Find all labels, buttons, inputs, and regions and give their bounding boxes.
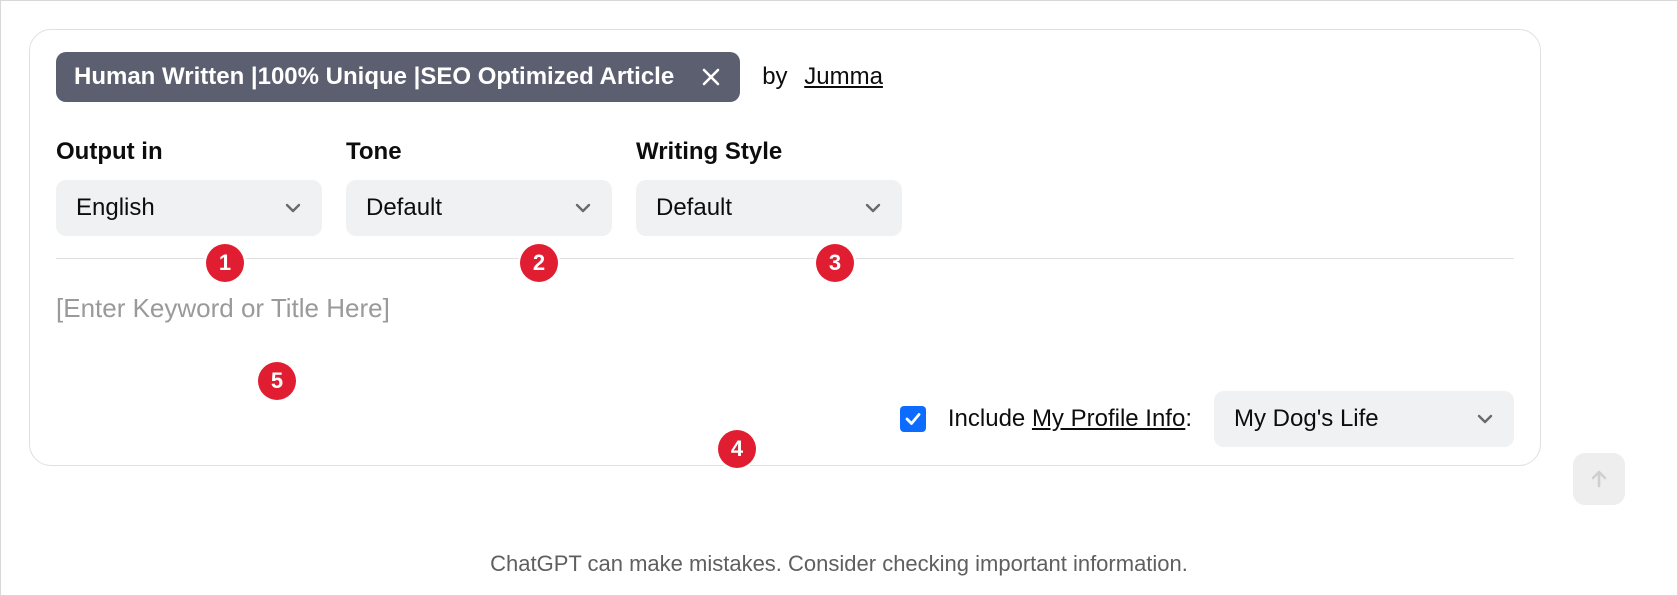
writing-style-select[interactable]: Default	[636, 180, 902, 236]
send-button[interactable]	[1573, 453, 1625, 505]
writing-style-value: Default	[656, 194, 732, 222]
include-label-suffix: :	[1185, 405, 1192, 432]
close-icon[interactable]	[700, 66, 722, 88]
header-row: Human Written |100% Unique |SEO Optimize…	[56, 52, 1514, 102]
output-in-label: Output in	[56, 138, 322, 166]
include-label-prefix: Include	[948, 405, 1032, 432]
writing-style-group: Writing Style Default	[636, 138, 902, 236]
tone-group: Tone Default	[346, 138, 612, 236]
output-in-group: Output in English	[56, 138, 322, 236]
chevron-down-icon	[574, 199, 592, 217]
disclaimer-text: ChatGPT can make mistakes. Consider chec…	[1, 551, 1677, 577]
writing-style-label: Writing Style	[636, 138, 902, 166]
options-row: Output in English Tone Default Writing S…	[56, 138, 1514, 259]
prompt-title: Human Written |100% Unique |SEO Optimize…	[74, 63, 674, 91]
chevron-down-icon	[1476, 410, 1494, 428]
keyword-input[interactable]	[56, 293, 1514, 324]
chevron-down-icon	[284, 199, 302, 217]
footer-row: Include My Profile Info: My Dog's Life	[56, 391, 1514, 447]
author-byline: by Jumma	[762, 63, 883, 91]
include-label: Include My Profile Info:	[948, 405, 1192, 433]
prompt-panel: Human Written |100% Unique |SEO Optimize…	[29, 29, 1541, 466]
author-link[interactable]: Jumma	[804, 63, 883, 90]
tone-select[interactable]: Default	[346, 180, 612, 236]
keyword-area	[56, 293, 1514, 363]
profile-info-link[interactable]: My Profile Info	[1032, 405, 1185, 432]
prompt-chip: Human Written |100% Unique |SEO Optimize…	[56, 52, 740, 102]
include-checkbox[interactable]	[900, 406, 926, 432]
by-label: by	[762, 63, 787, 90]
tone-label: Tone	[346, 138, 612, 166]
profile-select[interactable]: My Dog's Life	[1214, 391, 1514, 447]
output-in-select[interactable]: English	[56, 180, 322, 236]
output-in-value: English	[76, 194, 155, 222]
tone-value: Default	[366, 194, 442, 222]
chevron-down-icon	[864, 199, 882, 217]
profile-value: My Dog's Life	[1234, 405, 1379, 433]
